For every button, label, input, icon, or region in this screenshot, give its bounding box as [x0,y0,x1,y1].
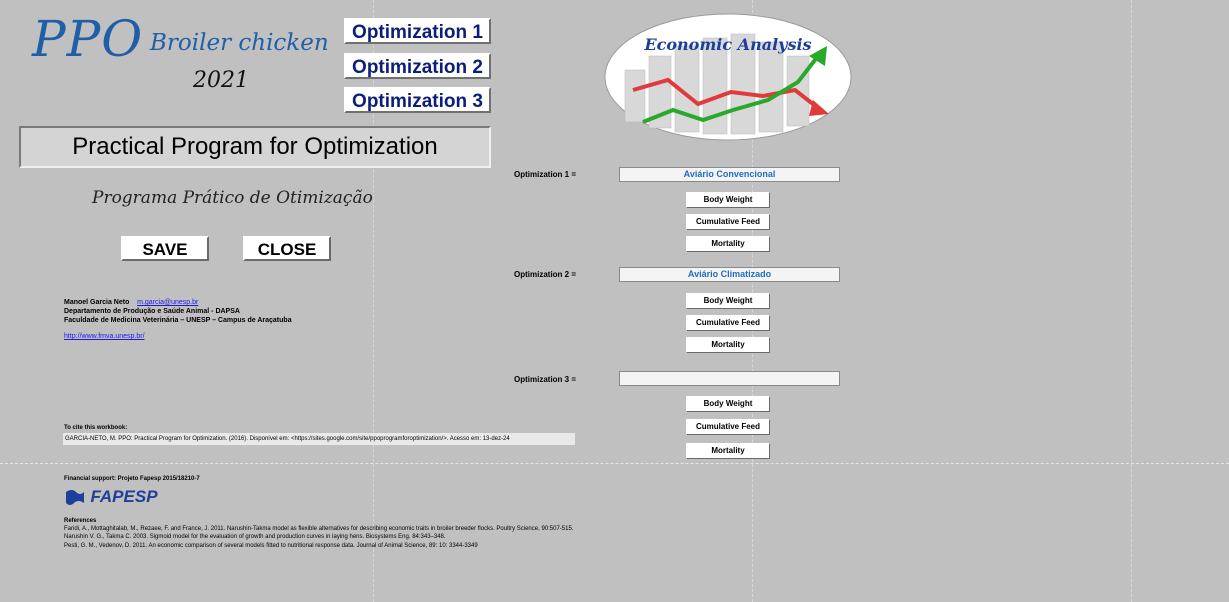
close-button[interactable]: CLOSE [243,236,331,261]
department: Departamento de Produção e Saúde Animal … [64,308,240,315]
economic-analysis-title: Economic Analysis [643,35,811,54]
citation-text: GARCIA-NETO, M. PPO: Practical Program f… [63,433,575,445]
save-button[interactable]: SAVE [121,236,209,261]
opt2-body-weight-button[interactable]: Body Weight [686,293,770,309]
opt2-cumulative-feed-button[interactable]: Cumulative Feed [686,315,770,331]
optimization-2-button[interactable]: Optimization 2 [344,53,491,79]
opt3-mortality-button[interactable]: Mortality [686,443,770,459]
optimization-2-field[interactable]: Aviário Climatizado [619,267,840,282]
optimization-1-label: Optimization 1 = [514,170,577,179]
author-email-link[interactable]: m.garcia@unesp.br [137,299,198,306]
optimization-2-label: Optimization 2 = [514,270,577,279]
author-line: Manoel Garcia Neto m.garcia@unesp.br [64,299,198,307]
page-title: Practical Program for Optimization [19,126,491,168]
opt1-cumulative-feed-button[interactable]: Cumulative Feed [686,214,770,230]
optimization-3-button[interactable]: Optimization 3 [344,87,491,113]
author-name: Manoel Garcia Neto [64,299,130,306]
grid-line [0,463,1229,464]
optimization-1-button[interactable]: Optimization 1 [344,18,491,44]
faculty-url-link[interactable]: http://www.fmva.unesp.br/ [64,333,145,341]
logo-subtitle: Broiler chicken [150,30,329,56]
reference-item: Narushin V. G., Takma C. 2003. Sigmoid m… [64,534,446,540]
optimization-3-label: Optimization 3 = [514,375,577,384]
opt1-mortality-button[interactable]: Mortality [686,236,770,252]
opt1-body-weight-button[interactable]: Body Weight [686,192,770,208]
reference-item: Pesti, G. M., Vedenov, D. 2011. An econo… [64,543,478,549]
fapesp-logo-text: FAPESP [90,487,158,506]
fapesp-logo: FAPESP [64,487,158,506]
opt3-cumulative-feed-button[interactable]: Cumulative Feed [686,419,770,435]
references-heading: References [64,518,97,524]
funding-text: Financial support: Projeto Fapesp 2015/1… [64,476,200,482]
ppo-logo: PPO [32,10,144,68]
optimization-1-field[interactable]: Aviário Convencional [619,167,840,182]
citation-label: To cite this workbook: [64,425,128,431]
opt3-body-weight-button[interactable]: Body Weight [686,396,770,412]
grid-line [1131,0,1132,602]
fapesp-flag-icon [66,490,84,505]
optimization-3-field[interactable] [619,371,840,386]
opt2-mortality-button[interactable]: Mortality [686,337,770,353]
reference-item: Faridi, A., Mottaghitalab, M., Rezaee, F… [64,526,574,532]
page-subtitle: Programa Prático de Otimização [92,188,373,208]
economic-analysis-image: Economic Analysis [604,13,852,141]
faculty: Faculdade de Medicina Veterinária – UNES… [64,317,292,324]
logo-year: 2021 [193,68,249,93]
